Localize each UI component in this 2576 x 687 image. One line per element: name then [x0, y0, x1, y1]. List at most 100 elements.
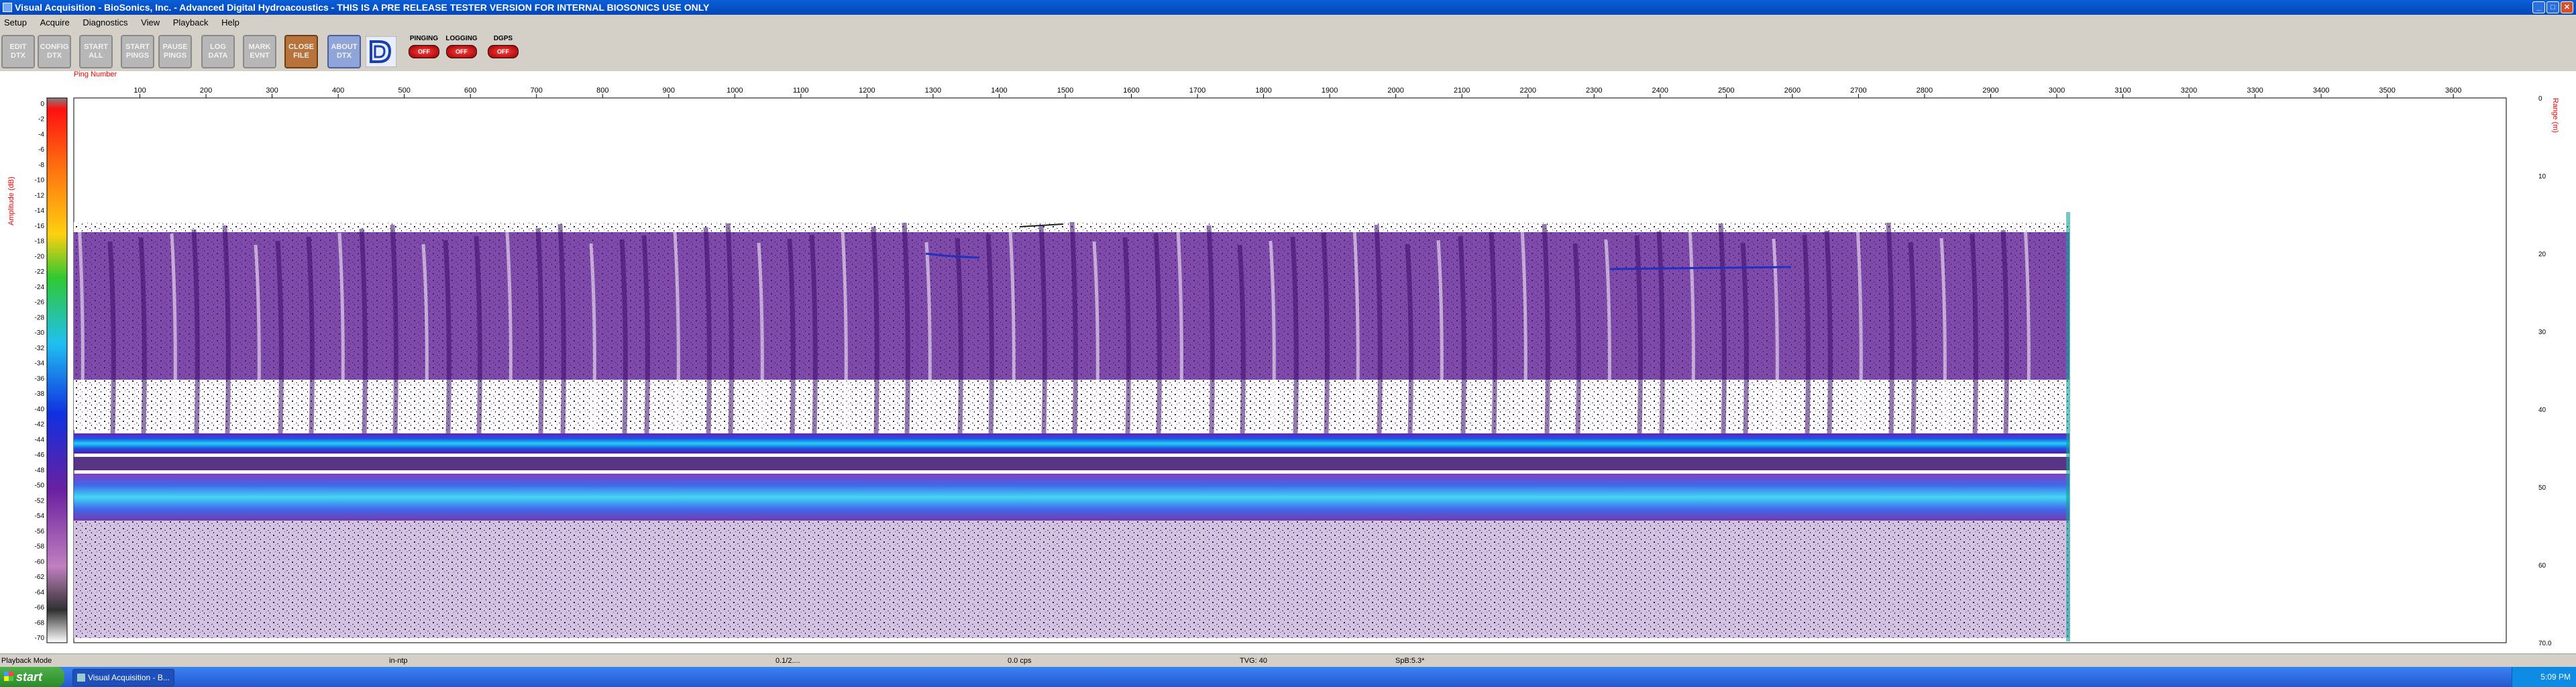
amplitude-tick-label: -10 — [35, 177, 45, 184]
x-tick-label: 3100 — [2114, 87, 2131, 95]
close-button[interactable]: ✕ — [2561, 1, 2573, 13]
app-icon — [77, 674, 85, 682]
x-tick-label: 300 — [266, 87, 278, 95]
pause-pings-button[interactable]: PAUSE PINGS — [158, 35, 192, 68]
x-tick-label: 2700 — [1850, 87, 1866, 95]
logging-indicator: LOGGING OFF — [444, 35, 479, 68]
logging-lamp: OFF — [446, 45, 477, 58]
range-tick-label: 30 — [2538, 329, 2546, 336]
minimize-button[interactable]: _ — [2532, 1, 2545, 13]
deep-tint — [74, 521, 2070, 638]
amplitude-tick-label: -26 — [35, 299, 45, 307]
amplitude-tick-label: -36 — [35, 375, 45, 382]
status-rate: 0.0 cps — [1008, 657, 1032, 665]
log-data-button[interactable]: LOG DATA — [201, 35, 235, 68]
taskbar-item-label: Visual Acquisition - B... — [88, 673, 170, 682]
amplitude-tick-label: -52 — [35, 497, 45, 505]
x-tick-label: 1500 — [1057, 87, 1073, 95]
pinging-label: PINGING — [409, 35, 439, 42]
amplitude-tick-label: -60 — [35, 558, 45, 566]
x-tick-label: 700 — [531, 87, 543, 95]
app-icon — [3, 3, 12, 12]
x-tick-label: 2400 — [1652, 87, 1668, 95]
amplitude-tick-label: -32 — [35, 345, 45, 352]
amplitude-tick-label: -54 — [35, 513, 45, 520]
status-bar: Playback Mode in-ntp 0.1/2.... 0.0 cps T… — [0, 653, 2576, 668]
window-title: Visual Acquisition - BioSonics, Inc. - A… — [15, 2, 710, 13]
x-tick-label: 2900 — [1982, 87, 1998, 95]
amplitude-tick-label: -44 — [35, 436, 45, 443]
amplitude-tick-label: -30 — [35, 329, 45, 337]
logging-label: LOGGING — [445, 35, 478, 42]
start-pings-button[interactable]: START PINGS — [121, 35, 154, 68]
sub-bottom-layer-1 — [74, 457, 2070, 470]
pinging-lamp: OFF — [409, 45, 439, 58]
config-dtx-button[interactable]: CONFIG DTX — [38, 35, 71, 68]
amplitude-tick-label: -28 — [35, 314, 45, 321]
biosonics-logo-icon — [366, 36, 396, 67]
amplitude-tick-label: -58 — [35, 543, 45, 551]
range-tick-label: 70.0 — [2538, 640, 2552, 647]
start-button[interactable]: start — [0, 667, 64, 687]
echogram-data — [74, 212, 2070, 641]
echogram-svg[interactable]: Ping Number Amplitude (dB) Range (m) 100… — [0, 71, 2576, 653]
x-tick-label: 1100 — [793, 87, 809, 95]
menu-help[interactable]: Help — [221, 17, 239, 28]
x-tick-label: 1700 — [1189, 87, 1205, 95]
x-axis-ticks: 100 200 300 400 500 600 700 800 900 1000 1100 1200 1… — [133, 87, 2461, 98]
amplitude-tick-label: -14 — [35, 207, 45, 215]
pinging-indicator: PINGING OFF — [407, 35, 441, 68]
amplitude-tick-label: 0 — [40, 101, 44, 108]
x-tick-label: 1800 — [1255, 87, 1271, 95]
menu-view[interactable]: View — [141, 17, 160, 28]
dgps-lamp: OFF — [488, 45, 519, 58]
menu-diagnostics[interactable]: Diagnostics — [83, 17, 127, 28]
x-tick-label: 3500 — [2379, 87, 2395, 95]
dgps-indicator: DGPS OFF — [486, 35, 521, 68]
maximize-button[interactable]: □ — [2546, 1, 2559, 13]
echogram-panel: Ping Number Amplitude (dB) Range (m) 100… — [0, 71, 2576, 653]
amplitude-tick-label: -8 — [38, 162, 44, 169]
amplitude-tick-label: -40 — [35, 406, 45, 413]
amplitude-tick-label: -48 — [35, 467, 45, 474]
x-tick-label: 500 — [398, 87, 410, 95]
menu-playback[interactable]: Playback — [173, 17, 209, 28]
x-tick-label: 800 — [596, 87, 608, 95]
taskbar: start Visual Acquisition - B... 5:09 PM — [0, 667, 2576, 687]
range-tick-label: 10 — [2538, 173, 2546, 180]
about-dtx-button[interactable]: ABOUT DTX — [327, 35, 361, 68]
menu-acquire[interactable]: Acquire — [40, 17, 70, 28]
status-units: in-ntp — [389, 657, 408, 665]
x-tick-label: 2100 — [1454, 87, 1470, 95]
x-tick-label: 2200 — [1519, 87, 1536, 95]
edit-dtx-button[interactable]: EDIT DTX — [1, 35, 35, 68]
taskbar-item-visual-acquisition[interactable]: Visual Acquisition - B... — [72, 669, 174, 686]
x-tick-label: 600 — [464, 87, 476, 95]
amplitude-axis-label: Amplitude (dB) — [7, 176, 15, 225]
amplitude-tick-label: -68 — [35, 619, 45, 627]
mark-event-button[interactable]: MARK EVNT — [243, 35, 276, 68]
close-file-button[interactable]: CLOSE FILE — [284, 35, 318, 68]
amplitude-tick-label: -18 — [35, 238, 45, 246]
window-controls: _ □ ✕ — [2532, 1, 2573, 13]
range-ticks: 0 10 20 30 40 50 60 70.0 — [2538, 95, 2552, 647]
amplitude-tick-label: -64 — [35, 589, 45, 596]
status-mode: Playback Mode — [1, 657, 52, 665]
x-tick-label: 3600 — [2445, 87, 2461, 95]
start-label: start — [16, 670, 43, 684]
x-tick-label: 100 — [133, 87, 146, 95]
range-tick-label: 20 — [2538, 251, 2546, 258]
status-spb: SpB:5.3* — [1395, 657, 1425, 665]
amplitude-tick-label: -56 — [35, 528, 45, 535]
amplitude-tick-label: -6 — [38, 146, 44, 154]
range-tick-label: 40 — [2538, 407, 2546, 414]
menu-setup[interactable]: Setup — [4, 17, 27, 28]
x-tick-label: 200 — [200, 87, 212, 95]
start-all-button[interactable]: START ALL — [79, 35, 113, 68]
x-tick-label: 2500 — [1718, 87, 1734, 95]
amplitude-tick-label: -62 — [35, 574, 45, 581]
x-tick-label: 3400 — [2313, 87, 2329, 95]
x-tick-label: 3200 — [2181, 87, 2197, 95]
x-tick-label: 2800 — [1917, 87, 1933, 95]
amplitude-tick-label: -4 — [38, 131, 44, 138]
